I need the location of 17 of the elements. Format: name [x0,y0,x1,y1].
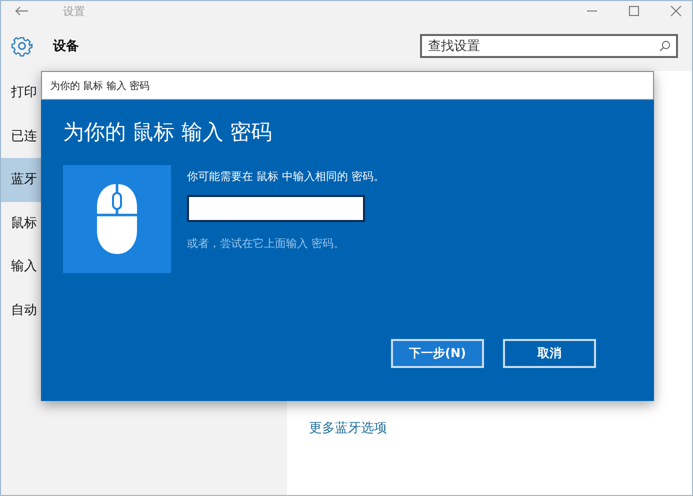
maximize-icon[interactable] [628,5,640,17]
search-icon[interactable] [659,40,671,52]
close-icon[interactable] [670,5,682,17]
more-bluetooth-options-link[interactable]: 更多蓝牙选项 [309,421,387,436]
window-title: 设置 [63,4,85,18]
alternative-text: 或者，尝试在它上面输入 密码。 [187,236,346,251]
dialog-heading: 为你的 鼠标 输入 密码 [63,119,274,146]
prompt-text: 你可能需要在 鼠标 中输入相同的 密码。 [187,169,384,184]
password-field[interactable] [187,195,365,222]
next-button[interactable]: 下一步(N) [391,339,484,368]
back-icon[interactable] [15,6,29,16]
cancel-button[interactable]: 取消 [503,339,596,368]
dialog-title: 为你的 鼠标 输入 密码 [50,80,150,92]
mouse-icon [96,183,138,255]
page-title: 设备 [53,38,79,55]
settings-icon [11,35,33,57]
search-field[interactable]: 查找设置 [420,34,678,58]
